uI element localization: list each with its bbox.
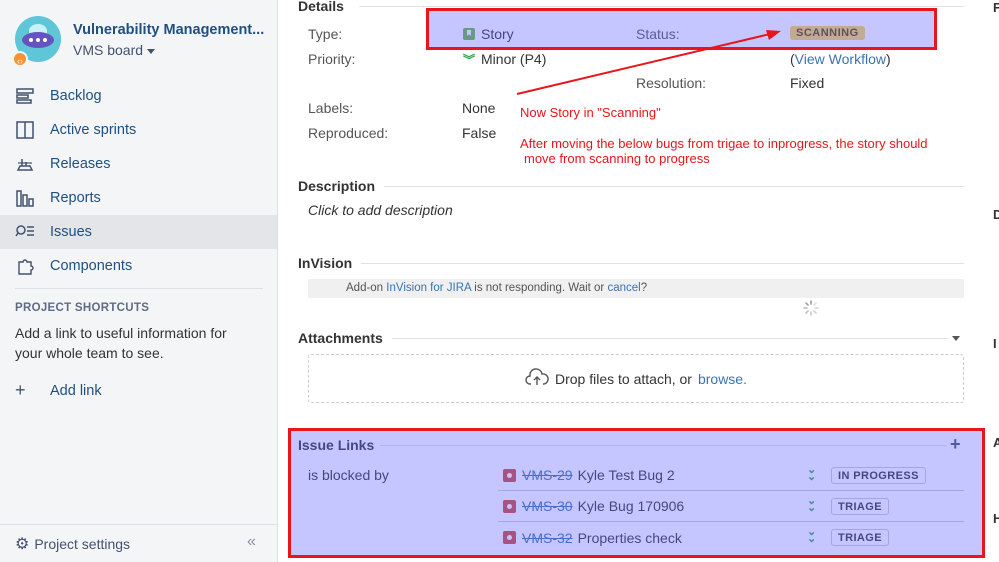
annotation-arrow <box>516 30 781 95</box>
